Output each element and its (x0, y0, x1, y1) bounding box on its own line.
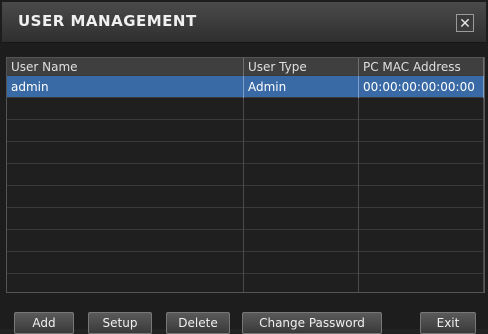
user-name-cell (7, 251, 244, 274)
user-table: User Name User Type PC MAC Address admin… (6, 57, 485, 293)
table-row[interactable] (7, 141, 484, 164)
user-type-cell: Admin (243, 75, 359, 98)
user-name-cell (7, 163, 244, 186)
user-type-cell (243, 229, 359, 252)
user-name-cell (7, 273, 244, 292)
table-row[interactable] (7, 97, 484, 120)
user-type-cell (243, 141, 359, 164)
user-name-cell (7, 141, 244, 164)
column-header-user-name[interactable]: User Name (7, 58, 244, 76)
user-type-cell (243, 97, 359, 120)
user-type-cell (243, 185, 359, 208)
pc-mac-address-cell (358, 185, 484, 208)
button-bar: Add Setup Delete Change Password Exit (0, 300, 488, 334)
table-row[interactable] (7, 185, 484, 208)
user-name-cell (7, 207, 244, 230)
user-type-cell (243, 207, 359, 230)
window-title: USER MANAGEMENT (18, 12, 197, 30)
table-row[interactable] (7, 207, 484, 230)
pc-mac-address-cell (358, 207, 484, 230)
add-button[interactable]: Add (14, 312, 74, 334)
column-header-user-type[interactable]: User Type (243, 58, 359, 76)
user-type-cell (243, 119, 359, 142)
pc-mac-address-cell (358, 97, 484, 120)
table-row[interactable]: admin Admin 00:00:00:00:00:00 (7, 75, 484, 98)
table-row[interactable] (7, 251, 484, 274)
user-type-cell (243, 273, 359, 292)
table-row[interactable] (7, 229, 484, 252)
table-row[interactable] (7, 273, 484, 292)
pc-mac-address-cell (358, 163, 484, 186)
user-name-cell (7, 97, 244, 120)
pc-mac-address-cell (358, 251, 484, 274)
pc-mac-address-cell (358, 141, 484, 164)
pc-mac-address-cell (358, 119, 484, 142)
column-header-pc-mac-address[interactable]: PC MAC Address (358, 58, 484, 76)
table-header-row: User Name User Type PC MAC Address (7, 58, 484, 76)
pc-mac-address-cell (358, 229, 484, 252)
change-password-button[interactable]: Change Password (242, 312, 382, 334)
pc-mac-address-cell: 00:00:00:00:00:00 (358, 75, 484, 98)
table-body: admin Admin 00:00:00:00:00:00 (7, 75, 484, 292)
delete-button[interactable]: Delete (166, 312, 230, 334)
title-bar: USER MANAGEMENT ✕ (2, 2, 486, 43)
pc-mac-address-cell (358, 273, 484, 292)
setup-button[interactable]: Setup (88, 312, 152, 334)
user-type-cell (243, 163, 359, 186)
user-name-cell (7, 229, 244, 252)
user-management-window: USER MANAGEMENT ✕ User Name User Type PC… (0, 0, 488, 334)
user-name-cell (7, 185, 244, 208)
user-name-cell (7, 119, 244, 142)
table-row[interactable] (7, 119, 484, 142)
exit-button[interactable]: Exit (420, 312, 476, 334)
close-icon[interactable]: ✕ (456, 14, 474, 32)
user-name-cell: admin (7, 75, 244, 98)
table-row[interactable] (7, 163, 484, 186)
user-type-cell (243, 251, 359, 274)
